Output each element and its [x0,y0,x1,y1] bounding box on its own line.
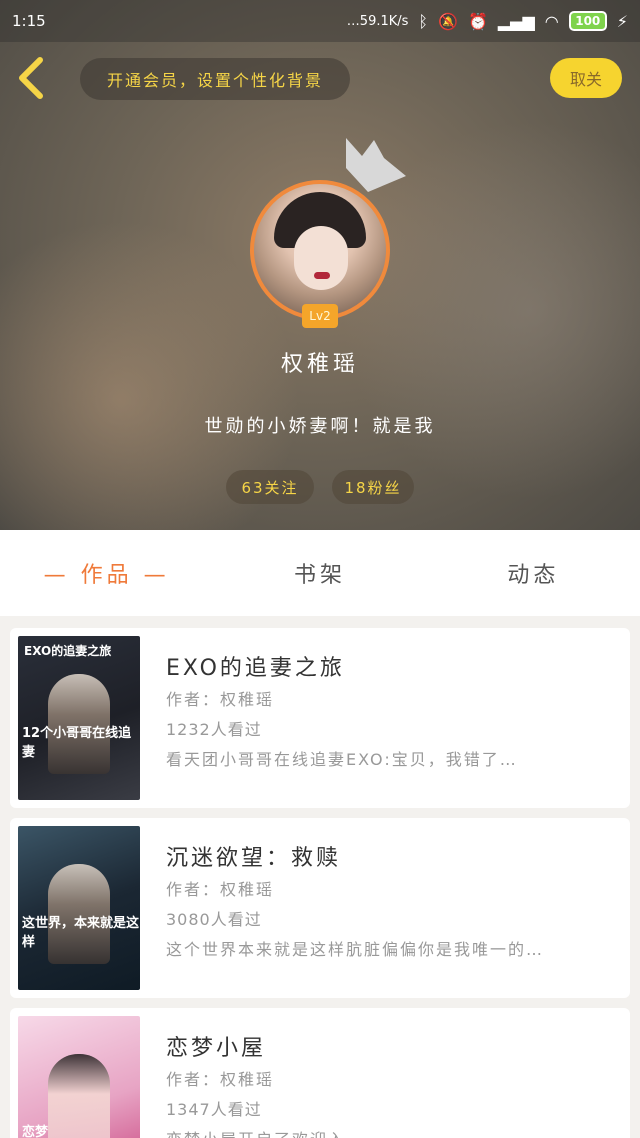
book-author: 作者：权稚瑶 [166,880,275,899]
charging-icon: ⚡ [616,11,628,31]
bluetooth-icon: ᛒ [418,11,429,31]
fans-count-button[interactable]: 18粉丝 [332,470,414,504]
chevron-left-icon [19,57,43,99]
status-bar: 1:15 …59.1K/s ᛒ 🔕 ⏰ ▂▄▆ ◠ 100 ⚡ [0,0,640,42]
vip-banner-button[interactable]: 开通会员，设置个性化背景 [80,58,350,100]
following-count-button[interactable]: 63关注 [226,470,314,504]
status-icons: …59.1K/s ᛒ 🔕 ⏰ ▂▄▆ ◠ 100 ⚡ [347,11,628,31]
book-title: 沉迷欲望：救赎 [166,846,342,871]
status-time: 1:15 [12,12,46,30]
cover-caption: 12个小哥哥在线追妻 [22,726,132,760]
avatar[interactable] [250,180,390,320]
profile-tabs: — 作品 — 书架 动态 [0,530,640,616]
username: 权稚瑶 [280,352,359,377]
book-description: 恋梦小屋开启了欢迎入 [166,1126,606,1138]
book-card[interactable]: 这世界，本来就是这样 沉迷欲望：救赎 作者：权稚瑶 3080人看过 这个世界本来… [10,818,630,998]
level-badge: Lv2 [302,304,338,328]
book-title: EXO的追妻之旅 [166,656,345,681]
book-description: 看天团小哥哥在线追妻EXO:宝贝，我错了… [166,750,518,769]
book-author: 作者：权稚瑶 [166,690,275,709]
mute-icon: 🔕 [438,11,458,31]
cover-title: EXO的追妻之旅 [24,644,112,658]
cover-caption: 这世界，本来就是这样 [22,916,140,950]
tab-activity[interactable]: 动态 [427,557,640,589]
book-card[interactable]: EXO的追妻之旅 12个小哥哥在线追妻 EXO的追妻之旅 作者：权稚瑶 1232… [10,628,630,808]
battery-icon: 100 [568,11,607,31]
book-cover: EXO的追妻之旅 12个小哥哥在线追妻 [18,636,140,800]
book-author: 作者：权稚瑶 [166,1070,275,1089]
signal-icon: ▂▄▆ [497,11,535,31]
cover-caption: 恋梦 [22,1125,49,1138]
net-speed: …59.1K/s [346,13,409,29]
book-description: 这个世界本来就是这样肮脏偏偏你是我唯一的… [166,940,545,959]
book-cover: 这世界，本来就是这样 [18,826,140,990]
book-title: 恋梦小屋 [166,1036,267,1061]
book-views: 1347人看过 [166,1100,262,1119]
profile-header: 1:15 …59.1K/s ᛒ 🔕 ⏰ ▂▄▆ ◠ 100 ⚡ 开通会员，设置个… [0,0,640,530]
tab-works[interactable]: — 作品 — [0,557,213,589]
book-cover: 恋梦 [18,1016,140,1138]
tab-bookshelf[interactable]: 书架 [213,557,426,589]
back-button[interactable] [14,56,54,100]
unfollow-button[interactable]: 取关 [550,58,622,98]
book-views: 1232人看过 [166,720,262,739]
book-card[interactable]: 恋梦 恋梦小屋 作者：权稚瑶 1347人看过 恋梦小屋开启了欢迎入 [10,1008,630,1138]
alarm-icon: ⏰ [467,11,488,31]
crown-icon [346,138,406,192]
user-bio: 世勋的小娇妻啊！就是我 [204,416,436,437]
wifi-icon: ◠ [544,11,559,31]
book-views: 3080人看过 [166,910,262,929]
